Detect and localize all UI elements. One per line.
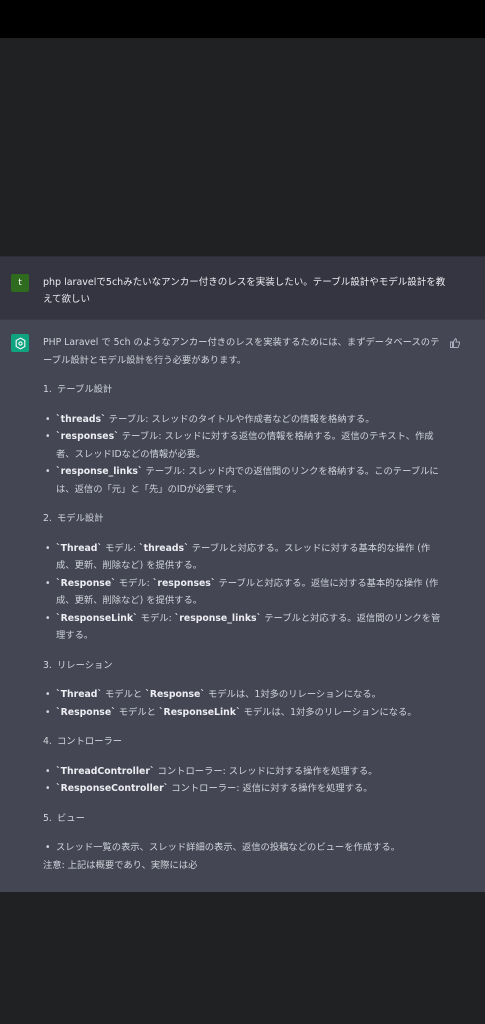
- bullet-icon: •: [45, 612, 51, 624]
- list-item: • `Thread` モデルと `Response` モデルは、1対多のリレーショ…: [43, 686, 443, 704]
- section-title: モデル設計: [57, 513, 104, 524]
- section-number: 2.: [43, 513, 52, 524]
- section-number: 4.: [43, 736, 52, 747]
- inline-code: `ThreadController`: [56, 765, 155, 777]
- inline-code: `response_links`: [56, 466, 143, 477]
- item-text: モデル:: [115, 577, 153, 589]
- chatgpt-logo-icon: [11, 334, 29, 352]
- item-text: モデル:: [102, 542, 140, 554]
- section-heading: 2. モデル設計: [43, 510, 443, 528]
- inline-code: `responses`: [56, 431, 119, 442]
- list-item: • `threads` テーブル: スレッドのタイトルや作成者などの情報を格納する…: [43, 411, 443, 429]
- section-number: 1.: [43, 384, 52, 395]
- thumbs-up-icon[interactable]: [449, 334, 461, 348]
- section-heading: 3. リレーション: [43, 657, 443, 675]
- bullet-list: • `threads` テーブル: スレッドのタイトルや作成者などの情報を格納する…: [43, 411, 443, 499]
- list-item: • `ResponseController` コントローラー: 返信に対する操作を…: [43, 780, 443, 798]
- inline-code: `Thread`: [56, 689, 103, 700]
- item-text: テーブル: スレッドのタイトルや作成者などの情報を格納する。: [105, 413, 375, 425]
- empty-bottom-area: [0, 892, 485, 1024]
- section-heading: 5. ビュー: [43, 810, 443, 828]
- bullet-icon: •: [45, 431, 51, 442]
- section-heading: 4. コントローラー: [43, 733, 443, 751]
- reply-note: 注意: 上記は概要であり、実際には必: [43, 859, 198, 871]
- status-bar: [0, 0, 485, 38]
- list-item: • `responses` テーブル: スレッドに対する返信の情報を格納する。返信…: [43, 428, 443, 463]
- section-number: 3.: [43, 659, 52, 671]
- user-message-text: php laravelで5chみたいなアンカー付きのレスを実装したい。テーブル設…: [43, 277, 446, 305]
- bullet-icon: •: [45, 689, 51, 700]
- list-item: • `ThreadController` コントローラー: スレッドに対する操作を…: [43, 763, 443, 781]
- user-message-row: t php laravelで5chみたいなアンカー付きのレスを実装したい。テーブ…: [0, 256, 485, 319]
- inline-code: `ResponseLink`: [158, 706, 241, 718]
- item-text: モデルは、1対多のリレーションになる。: [240, 706, 417, 718]
- item-text: コントローラー: スレッドに対する操作を処理する。: [154, 765, 378, 777]
- inline-code: `responses`: [152, 577, 216, 589]
- item-text: モデルと: [115, 706, 159, 718]
- list-item: • スレッド一覧の表示、スレッド詳細の表示、返信の投稿などのビューを作成する。: [43, 839, 443, 857]
- reply-intro: PHP Laravel で 5ch のようなアンカー付きのレスを実装するためには…: [43, 337, 440, 366]
- list-item: • `ResponseLink` モデル: `response_links` テー…: [43, 610, 443, 645]
- bullet-icon: •: [45, 765, 51, 777]
- bullet-icon: •: [45, 577, 51, 589]
- bullet-icon: •: [45, 842, 51, 853]
- inline-code: `ResponseLink`: [56, 612, 138, 624]
- section-title: ビュー: [57, 812, 85, 824]
- section-title: コントローラー: [57, 736, 123, 747]
- inline-code: `threads`: [139, 542, 189, 554]
- assistant-message-row: PHP Laravel で 5ch のようなアンカー付きのレスを実装するためには…: [0, 319, 485, 892]
- list-item: • `Response` モデル: `responses` テーブルと対応する。返…: [43, 575, 443, 610]
- item-text: モデルは、1対多のリレーションになる。: [204, 689, 382, 700]
- inline-code: `response_links`: [174, 612, 262, 624]
- bullet-list: • `Thread` モデルと `Response` モデルは、1対多のリレーショ…: [43, 686, 443, 721]
- section-title: テーブル設計: [57, 384, 113, 395]
- empty-top-area: [0, 38, 485, 256]
- item-text: スレッド一覧の表示、スレッド詳細の表示、返信の投稿などのビューを作成する。: [56, 842, 400, 853]
- bullet-icon: •: [45, 466, 51, 477]
- list-item: • `Response` モデルと `ResponseLink` モデルは、1対多…: [43, 704, 443, 722]
- list-item: • `Thread` モデル: `threads` テーブルと対応する。スレッドに…: [43, 540, 443, 575]
- inline-code: `threads`: [56, 413, 106, 425]
- section-number: 5.: [43, 812, 52, 824]
- bullet-icon: •: [45, 706, 51, 718]
- bullet-list: • `Thread` モデル: `threads` テーブルと対応する。スレッドに…: [43, 540, 443, 645]
- bullet-icon: •: [45, 783, 51, 794]
- bullet-list: • `ThreadController` コントローラー: スレッドに対する操作を…: [43, 763, 443, 798]
- inline-code: `Response`: [56, 577, 116, 589]
- inline-code: `Thread`: [56, 542, 103, 554]
- section-title: リレーション: [57, 659, 113, 671]
- inline-code: `ResponseController`: [56, 783, 169, 794]
- user-avatar: t: [11, 274, 29, 292]
- bullet-icon: •: [45, 413, 51, 425]
- assistant-reply: PHP Laravel で 5ch のようなアンカー付きのレスを実装するためには…: [43, 334, 443, 874]
- inline-code: `Response`: [56, 706, 116, 718]
- inline-code: `Response`: [145, 689, 205, 700]
- list-item: • `response_links` テーブル: スレッド内での返信間のリンクを格…: [43, 463, 443, 498]
- section-heading: 1. テーブル設計: [43, 381, 443, 399]
- item-text: モデルと: [102, 689, 146, 700]
- item-text: コントローラー: 返信に対する操作を処理する。: [168, 783, 373, 794]
- item-text: モデル:: [137, 612, 175, 624]
- bullet-icon: •: [45, 542, 51, 554]
- bullet-list: • スレッド一覧の表示、スレッド詳細の表示、返信の投稿などのビューを作成する。: [43, 839, 443, 857]
